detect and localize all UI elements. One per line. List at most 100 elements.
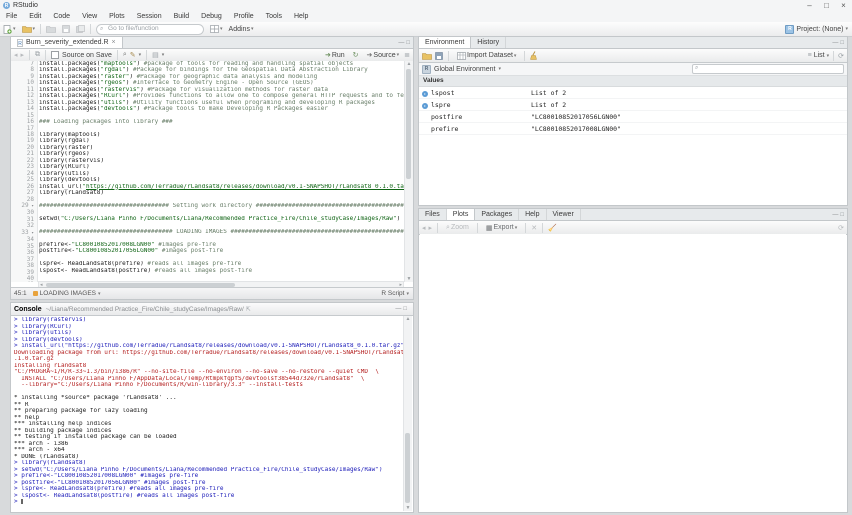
next-plot-icon[interactable]: ▸ bbox=[429, 224, 433, 232]
console-title: Console bbox=[14, 306, 42, 313]
save-button[interactable] bbox=[59, 23, 73, 35]
menu-plots[interactable]: Plots bbox=[103, 11, 131, 22]
fold-icon[interactable]: ▾ bbox=[29, 231, 34, 236]
rerun-button[interactable]: ↻ bbox=[350, 49, 362, 61]
close-icon[interactable]: × bbox=[835, 0, 852, 11]
tab-files[interactable]: Files bbox=[419, 209, 447, 220]
minimize-pane-icon[interactable]: — bbox=[832, 38, 838, 48]
file-type-label[interactable]: R Script bbox=[381, 290, 404, 297]
environment-toolbar: Import Dataset ▾ ≡ List ▾ ⟳ bbox=[419, 49, 847, 63]
compile-report-icon[interactable]: ▤ bbox=[152, 51, 159, 59]
menu-help[interactable]: Help bbox=[288, 11, 314, 22]
document-outline-icon[interactable]: ≣ bbox=[404, 51, 410, 59]
r-file-icon: R bbox=[17, 39, 23, 47]
minimize-pane-icon[interactable]: — bbox=[398, 38, 404, 48]
addins-button[interactable]: Addins ▾ bbox=[226, 23, 257, 35]
menu-debug[interactable]: Debug bbox=[195, 11, 228, 22]
refresh-icon[interactable]: ⟳ bbox=[838, 224, 844, 232]
import-dataset-button[interactable]: Import Dataset ▾ bbox=[454, 50, 519, 62]
chevron-down-icon: ▾ bbox=[98, 291, 101, 297]
fold-icon[interactable]: ▾ bbox=[29, 204, 34, 209]
run-button[interactable]: ➜Run bbox=[322, 49, 348, 61]
open-workspace-icon[interactable] bbox=[422, 52, 432, 60]
console-vertical-scrollbar[interactable]: ▲ ▼ bbox=[403, 316, 412, 511]
export-icon: ▦ bbox=[486, 224, 493, 232]
environment-row[interactable]: prefire"LC80010852017008LGN00" bbox=[419, 123, 847, 135]
section-nav[interactable]: LOADING IMAGES bbox=[40, 290, 96, 297]
editor-vertical-scrollbar[interactable]: ▲ ▼ bbox=[404, 61, 413, 282]
tab-close-icon[interactable]: × bbox=[112, 37, 116, 48]
zoom-plot-button[interactable]: ⌕ Zoom bbox=[443, 222, 472, 234]
menu-file[interactable]: File bbox=[0, 11, 23, 22]
tab-packages[interactable]: Packages bbox=[475, 209, 519, 220]
code-editor[interactable]: 7891011121314151617181920212223242526272… bbox=[11, 61, 413, 282]
find-icon[interactable]: ⌕ bbox=[123, 51, 127, 59]
environment-row[interactable]: postfire"LC80010852017056LGN00" bbox=[419, 111, 847, 123]
maximize-pane-icon[interactable]: □ bbox=[403, 304, 407, 314]
maximize-pane-icon[interactable]: □ bbox=[840, 38, 844, 48]
menu-profile[interactable]: Profile bbox=[228, 11, 260, 22]
tab-help[interactable]: Help bbox=[519, 209, 546, 220]
tab-plots[interactable]: Plots bbox=[447, 209, 476, 220]
menu-edit[interactable]: Edit bbox=[23, 11, 47, 22]
clear-workspace-icon[interactable] bbox=[530, 51, 538, 60]
expand-object-icon[interactable]: ▸ bbox=[419, 89, 431, 97]
forward-icon[interactable]: ▸ bbox=[21, 51, 25, 59]
code-tools-icon[interactable]: ✎ bbox=[130, 51, 136, 59]
save-workspace-icon[interactable] bbox=[435, 52, 443, 60]
editor-gutter: 7891011121314151617181920212223242526272… bbox=[11, 61, 38, 282]
menu-session[interactable]: Session bbox=[131, 11, 168, 22]
environment-row[interactable]: ▸lspreList of 2 bbox=[419, 99, 847, 111]
menu-tools[interactable]: Tools bbox=[260, 11, 288, 22]
menu-code[interactable]: Code bbox=[47, 11, 76, 22]
object-name: lspre bbox=[431, 101, 531, 109]
minimize-icon[interactable]: – bbox=[801, 0, 818, 11]
source-icon: ➜ bbox=[367, 51, 373, 59]
maximize-pane-icon[interactable]: □ bbox=[406, 38, 410, 48]
maximize-icon[interactable]: □ bbox=[818, 0, 835, 11]
rerun-icon: ↻ bbox=[353, 51, 359, 59]
open-file-button[interactable] bbox=[43, 23, 59, 35]
save-all-button[interactable] bbox=[73, 23, 88, 35]
editor-code[interactable]: install.packages("maptools") #package of… bbox=[39, 61, 405, 282]
title-bar: R RStudio – □ × bbox=[0, 0, 852, 11]
environment-search-input[interactable]: ⌕ bbox=[692, 64, 844, 74]
tab-environment[interactable]: Environment bbox=[419, 37, 471, 48]
source-on-save-checkbox[interactable] bbox=[51, 51, 59, 59]
rstudio-window: R RStudio – □ × FileEditCodeViewPlotsSes… bbox=[0, 0, 852, 515]
environment-row[interactable]: ▸lspostList of 2 bbox=[419, 87, 847, 99]
minimize-pane-icon[interactable]: — bbox=[395, 304, 401, 314]
minimize-pane-icon[interactable]: — bbox=[832, 210, 838, 220]
clear-plots-icon[interactable]: 🧹 bbox=[548, 224, 557, 232]
new-project-button[interactable]: ▾ bbox=[19, 23, 39, 35]
goto-file-input[interactable]: ⌕ Go to file/function bbox=[96, 24, 204, 35]
environment-object-list: ▸lspostList of 2▸lspreList of 2postfire"… bbox=[419, 87, 847, 135]
back-icon[interactable]: ◂ bbox=[14, 51, 18, 59]
project-menu-button[interactable]: R Project: (None) ▾ bbox=[785, 25, 848, 34]
menu-view[interactable]: View bbox=[76, 11, 103, 22]
source-button[interactable]: ➜Source▾ bbox=[364, 49, 403, 61]
svg-text:R: R bbox=[18, 41, 22, 47]
popout-icon[interactable]: ⧉ bbox=[35, 51, 40, 59]
remove-plot-icon[interactable]: ✕ bbox=[531, 224, 537, 232]
list-view-label[interactable]: List bbox=[814, 52, 825, 59]
tab-viewer[interactable]: Viewer bbox=[547, 209, 581, 220]
tab-history[interactable]: History bbox=[471, 37, 506, 48]
tab-burn-severity-extended[interactable]: R Burn_severity_extended.R × bbox=[11, 37, 123, 48]
export-plot-button[interactable]: ▦ Export ▾ bbox=[483, 222, 520, 234]
open-folder-icon[interactable]: ⇱ bbox=[246, 306, 251, 313]
source-pane: R Burn_severity_extended.R × — □ ◂ ▸ ⧉ S… bbox=[10, 36, 414, 300]
r-scope-icon: R bbox=[422, 65, 431, 74]
search-icon: ⌕ bbox=[695, 65, 698, 72]
toolbar-separator bbox=[833, 51, 834, 61]
console-output[interactable]: > library(rastervis)> library(RCurl)> li… bbox=[14, 317, 404, 510]
pane-layout-button[interactable]: ▾ bbox=[207, 23, 226, 35]
menu-build[interactable]: Build bbox=[168, 11, 196, 22]
refresh-icon[interactable]: ⟳ bbox=[838, 52, 844, 60]
previous-plot-icon[interactable]: ◂ bbox=[422, 224, 426, 232]
maximize-pane-icon[interactable]: □ bbox=[840, 210, 844, 220]
chevron-down-icon: ▾ bbox=[827, 53, 830, 59]
scope-selector[interactable]: Global Environment bbox=[434, 66, 495, 73]
new-file-button[interactable]: ▾ bbox=[0, 23, 19, 35]
expand-object-icon[interactable]: ▸ bbox=[419, 101, 431, 109]
